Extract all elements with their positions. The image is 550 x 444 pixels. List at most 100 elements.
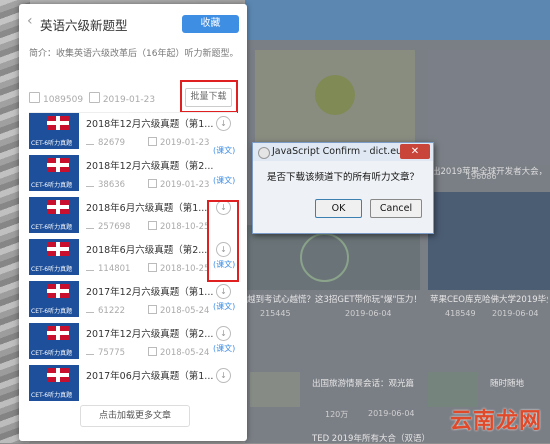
calendar-icon — [148, 305, 157, 314]
cancel-button[interactable]: Cancel — [370, 199, 422, 218]
card-plays: 418549 — [445, 309, 476, 318]
dialog-title: JavaScript Confirm - dict.eudi... — [272, 146, 420, 157]
transcript-link[interactable]: (课文) — [213, 175, 235, 186]
background-card — [428, 50, 550, 165]
item-date: 2019-01-23 — [148, 179, 209, 190]
item-plays: 75775 — [86, 347, 125, 358]
cartoon-icon — [315, 75, 355, 115]
item-title[interactable]: 2018年12月六级真题（第2... — [86, 158, 213, 172]
uk-flag-icon — [47, 284, 69, 298]
channel-panel: ‹ 英语六级新题型 收藏 简介：收集英语六级改革后（16年起）听力新题型。 10… — [19, 4, 247, 441]
calendar-icon — [148, 179, 157, 188]
channel-stats: 1089509 2019-01-23 — [29, 92, 155, 105]
download-count-icon — [86, 347, 94, 355]
item-title[interactable]: 2018年6月六级真题（第1... — [86, 200, 207, 214]
uk-flag-icon — [47, 242, 69, 256]
back-chevron-icon[interactable]: ‹ — [27, 13, 33, 29]
collect-button[interactable]: 收藏 — [182, 15, 239, 33]
watermark-logo: 云南龙网 — [449, 408, 542, 434]
card-date: 2019-06-04 — [345, 309, 392, 318]
background-card — [428, 192, 550, 290]
card-title: 随时随地 — [490, 379, 525, 389]
card-plays: 196086 — [466, 172, 497, 181]
item-plays: 61222 — [86, 305, 125, 316]
download-icon[interactable]: ↓ — [216, 326, 231, 341]
background-thumb — [428, 372, 478, 407]
highlight-box — [180, 80, 238, 113]
item-plays: 114801 — [86, 263, 130, 274]
confirm-dialog: JavaScript Confirm - dict.eudi... ✕ 是否下载… — [252, 142, 434, 234]
thumbnail: CET-6听力真题 — [29, 197, 79, 233]
list-item[interactable]: CET-6听力真题 2017年06月六级真题（第1... ↓ — [19, 362, 247, 404]
alarm-clock-icon — [300, 233, 349, 282]
download-count-icon — [86, 137, 94, 145]
item-title[interactable]: 2017年06月六级真题（第1... — [86, 368, 213, 382]
channel-plays: 1089509 — [43, 95, 84, 105]
calendar-icon — [148, 221, 157, 230]
calendar-icon — [88, 92, 100, 103]
thumbnail: CET-6听力真题 — [29, 281, 79, 317]
background-header — [245, 0, 550, 40]
item-title[interactable]: 2017年12月六级真题（第1... — [86, 284, 213, 298]
card-title: 苹果CEO库克哈佛大学2019毕业 — [430, 295, 548, 305]
download-count-icon — [86, 263, 94, 271]
close-button[interactable]: ✕ — [400, 144, 430, 159]
background-thumb — [250, 372, 300, 407]
channel-date: 2019-01-23 — [102, 95, 156, 105]
list-item[interactable]: CET-6听力真题 2017年12月六级真题（第2... 75775 2018-… — [19, 320, 247, 362]
card-date: 2019-06-04 — [492, 309, 539, 318]
item-title[interactable]: 2018年12月六级真题（第1... — [86, 116, 213, 130]
list-item[interactable]: CET-6听力真题 2017年12月六级真题（第1... 61222 2018-… — [19, 278, 247, 320]
thumbnail: CET-6听力真题 — [29, 239, 79, 275]
panel-title: 英语六级新题型 — [40, 18, 128, 33]
item-date: 2018-05-24 — [148, 305, 209, 316]
background-card — [245, 225, 420, 290]
download-count-icon — [86, 305, 94, 313]
card-date: 2019-06-04 — [368, 409, 415, 418]
card-title: 出国旅游情景会话：观光篇 — [312, 379, 415, 389]
uk-flag-icon — [47, 326, 69, 340]
download-count-icon — [86, 179, 94, 187]
item-date: 2018-05-24 — [148, 347, 209, 358]
uk-flag-icon — [47, 158, 69, 172]
highlight-box — [207, 200, 239, 282]
uk-flag-icon — [47, 200, 69, 214]
item-plays: 38636 — [86, 179, 125, 190]
ok-button[interactable]: OK — [315, 199, 362, 218]
uk-flag-icon — [47, 368, 69, 382]
card-title: 越到考试心越慌？这3招GET带你玩"爆"压力！ — [247, 295, 422, 305]
item-plays: 257698 — [86, 221, 130, 232]
item-plays: 82679 — [86, 137, 125, 148]
download-count-icon — [29, 92, 40, 103]
item-date: 2018-10-25 — [148, 221, 209, 232]
thumbnail: CET-6听力真题 — [29, 323, 79, 359]
item-date: 2018-10-25 — [148, 263, 209, 274]
dialog-titlebar[interactable]: JavaScript Confirm - dict.eudi... ✕ — [253, 143, 433, 161]
dialog-message: 是否下载该频道下的所有听力文章？ — [266, 172, 419, 183]
calendar-icon — [148, 137, 157, 146]
calendar-icon — [148, 347, 157, 356]
thumbnail: CET-6听力真题 — [29, 365, 79, 401]
channel-intro: 简介：收集英语六级改革后（16年起）听力新题型。 — [29, 49, 239, 59]
download-count-icon — [86, 221, 94, 229]
thumbnail: CET-6听力真题 — [29, 113, 79, 149]
item-date: 2019-01-23 — [148, 137, 209, 148]
item-title[interactable]: 2018年6月六级真题（第2... — [86, 242, 207, 256]
app-icon — [258, 147, 270, 159]
transcript-link[interactable]: (课文) — [213, 145, 235, 156]
card-plays: 120万 — [325, 410, 349, 419]
list-item[interactable]: CET-6听力真题 2018年12月六级真题（第2... 38636 2019-… — [19, 146, 247, 194]
thumbnail: CET-6听力真题 — [29, 155, 79, 191]
item-title[interactable]: 2017年12月六级真题（第2... — [86, 326, 213, 340]
card-plays: 215445 — [260, 309, 291, 318]
download-icon[interactable]: ↓ — [216, 368, 231, 383]
transcript-link[interactable]: (课文) — [213, 301, 235, 312]
load-more-button[interactable]: 点击加载更多文章 — [80, 405, 190, 427]
uk-flag-icon — [47, 116, 69, 130]
calendar-icon — [148, 263, 157, 272]
download-icon[interactable]: ↓ — [216, 284, 231, 299]
transcript-link[interactable]: (课文) — [213, 343, 235, 354]
panel-header: ‹ 英语六级新题型 收藏 — [19, 4, 247, 40]
card-title: TED 2019年所有大合（双语） — [312, 434, 430, 444]
download-icon[interactable]: ↓ — [216, 116, 231, 131]
